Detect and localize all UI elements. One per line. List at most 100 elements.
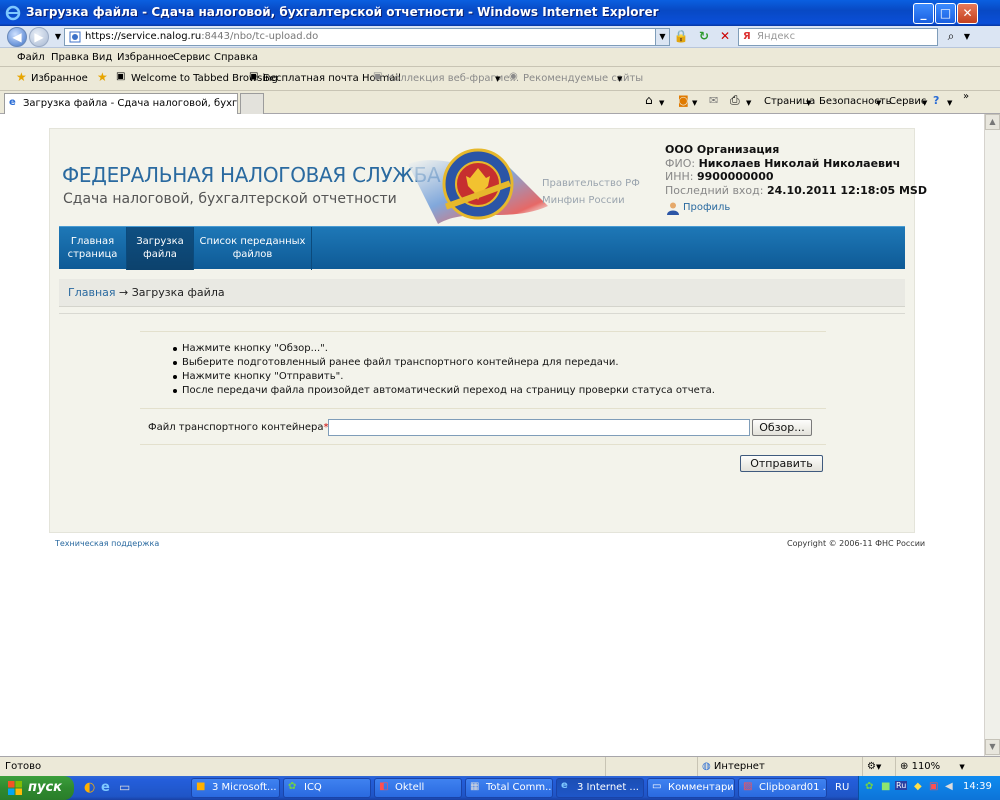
tray-language-icon[interactable]: Ru [895, 781, 908, 790]
tray-app-icon[interactable]: ◆ [914, 781, 922, 792]
taskbar-item-oktell[interactable]: ◧ Oktell [374, 778, 462, 798]
help-icon[interactable]: ? [933, 94, 939, 107]
search-options-icon[interactable]: ▼ [958, 28, 976, 46]
scroll-up-icon[interactable]: ▲ [985, 114, 1000, 130]
support-link[interactable]: Техническая поддержка [55, 539, 159, 548]
zoom-control[interactable]: ⊕ 110% ▼ [895, 757, 984, 776]
mail-icon[interactable]: ✉ [709, 94, 718, 107]
site-navigation: Главная страница Загрузка файла Список п… [59, 226, 905, 270]
taskbar-item-label: Clipboard01 ... [759, 782, 827, 793]
vertical-scrollbar[interactable]: ▲ ▼ [984, 114, 1000, 756]
tab-label: Загрузка файла - Сдача налоговой, бухгал… [23, 98, 238, 109]
menu-file[interactable]: Файл [17, 52, 45, 63]
lock-icon[interactable]: 🔒 [672, 28, 690, 46]
favorites-button[interactable]: Избранное [31, 73, 88, 84]
profile-link[interactable]: Профиль [683, 202, 730, 213]
last-login-row: Последний вход: 24.10.2011 12:18:05 MSD [665, 184, 927, 197]
page-icon: ▣ [116, 71, 126, 82]
refresh-icon[interactable]: ↻ [695, 28, 713, 46]
user-profile-icon [667, 202, 679, 215]
back-button[interactable]: ◀ [7, 27, 27, 47]
tools-menu[interactable]: Сервис [889, 96, 926, 107]
office-icon: ■ [196, 781, 206, 792]
stop-icon[interactable]: ✕ [716, 28, 734, 46]
dropdown-icon: ▼ [876, 99, 882, 107]
dropdown-icon: ▼ [875, 763, 882, 771]
nav-sent-files-line1: Список переданных [199, 236, 306, 247]
clock[interactable]: 14:39 [963, 781, 992, 792]
ie-quicklaunch-icon[interactable]: e [101, 780, 110, 795]
menu-favorites[interactable]: Избранное [117, 52, 174, 63]
address-bar[interactable]: https://service.nalog.ru:8443/nbo/tc-upl… [64, 28, 670, 46]
dropdown-icon[interactable]: ▼ [692, 99, 697, 107]
search-input[interactable]: Я Яндекс [738, 28, 938, 46]
web-slice-icon: ▣ [373, 71, 383, 82]
inn-value: 9900000000 [696, 170, 774, 183]
status-bar: Готово ◍ Интернет ⚙▼ ⊕ 110% ▼ [0, 756, 1000, 776]
maximize-button[interactable]: □ [935, 3, 956, 24]
favorite-link-suggested[interactable]: Рекомендуемые сайты [523, 73, 643, 84]
forward-button[interactable]: ▶ [29, 27, 49, 47]
taskbar-item-icq[interactable]: ✿ ICQ [283, 778, 371, 798]
chevron-more-icon[interactable]: » [963, 91, 969, 102]
breadcrumb-current: → Загрузка файла [115, 286, 225, 299]
taskbar-item-comments[interactable]: ▭ Комментари... [647, 778, 735, 798]
add-favorite-icon[interactable]: ★ [97, 70, 108, 84]
nav-home[interactable]: Главная страница [59, 227, 127, 270]
new-tab-button[interactable] [240, 93, 264, 114]
site-subtitle: Сдача налоговой, бухгалтерской отчетност… [63, 191, 397, 207]
gov-link[interactable]: Правительство РФ [542, 178, 640, 189]
file-path-input[interactable] [328, 419, 750, 436]
instruction-item: Нажмите кнопку "Обзор...". [172, 343, 715, 357]
fio-label: ФИО: [665, 157, 696, 170]
tray-icq-icon[interactable]: ✿ [865, 781, 873, 792]
taskbar-item-label: Комментари... [668, 782, 734, 793]
close-button[interactable]: ✕ [957, 3, 978, 24]
taskbar-item-office[interactable]: ■ 3 Microsoft... [191, 778, 280, 798]
tray-antivirus-icon[interactable]: ▣ [929, 781, 938, 792]
home-icon[interactable]: ⌂ [645, 93, 653, 107]
taskbar-item-clipboard[interactable]: ▨ Clipboard01 ... [738, 778, 827, 798]
window-title-bar[interactable]: Загрузка файла - Сдача налоговой, бухгал… [0, 0, 1000, 26]
minfin-link[interactable]: Минфин России [542, 195, 625, 206]
dropdown-icon[interactable]: ▼ [746, 99, 751, 107]
start-button[interactable]: пуск [0, 776, 74, 800]
tray-volume-icon[interactable]: ◀ [945, 781, 953, 792]
organization-name: ООО Организация [665, 143, 780, 156]
menu-edit[interactable]: Правка [51, 52, 89, 63]
menu-tools[interactable]: Сервис [173, 52, 210, 63]
minimize-button[interactable]: _ [913, 3, 934, 24]
protected-mode-segment[interactable]: ⚙▼ [862, 757, 894, 776]
breadcrumb-home-link[interactable]: Главная [68, 286, 116, 299]
tray-network-icon[interactable]: ■ [881, 781, 890, 792]
submit-button[interactable]: Отправить [740, 455, 823, 472]
menu-bar: Файл Правка Вид Избранное Сервис Справка [0, 48, 1000, 67]
dropdown-icon[interactable]: ▼ [947, 99, 952, 107]
tab-upload[interactable]: e Загрузка файла - Сдача налоговой, бухг… [4, 93, 238, 114]
file-field-label: Файл транспортного контейнера*: [148, 422, 332, 433]
rss-icon[interactable]: ◙ [678, 94, 689, 107]
outlook-quicklaunch-icon[interactable]: ◐ [84, 780, 95, 795]
window-title: Загрузка файла - Сдача налоговой, бухгал… [26, 5, 659, 19]
scroll-down-icon[interactable]: ▼ [985, 739, 1000, 755]
print-icon[interactable]: ⎙ [730, 93, 740, 108]
site-title: ФЕДЕРАЛЬНАЯ НАЛОГОВАЯ СЛУЖБА [62, 163, 441, 187]
page-icon [69, 31, 81, 43]
taskbar-item-total-commander[interactable]: ▦ Total Comm... [465, 778, 553, 798]
address-toolbar: ◀ ▶ ▼ https://service.nalog.ru:8443/nbo/… [0, 26, 1000, 48]
zoom-level: 110% [911, 761, 941, 772]
dropdown-icon[interactable]: ▼ [659, 99, 664, 107]
menu-view[interactable]: Вид [92, 52, 112, 63]
dropdown-icon[interactable]: ▼ [617, 75, 622, 83]
desktop-quicklaunch-icon[interactable]: ▭ [119, 780, 130, 794]
language-indicator[interactable]: RU [835, 782, 849, 793]
browse-button[interactable]: Обзор... [752, 419, 812, 436]
taskbar-item-ie[interactable]: e 3 Internet ... [556, 778, 644, 798]
dropdown-icon[interactable]: ▼ [495, 75, 500, 83]
address-dropdown-icon[interactable]: ▼ [655, 29, 669, 45]
nav-sent-files-line2: файлов [232, 249, 273, 260]
nav-sent-files[interactable]: Список переданных файлов [194, 227, 312, 270]
menu-help[interactable]: Справка [214, 52, 258, 63]
divider [140, 331, 826, 332]
nav-upload[interactable]: Загрузка файла [127, 227, 194, 270]
